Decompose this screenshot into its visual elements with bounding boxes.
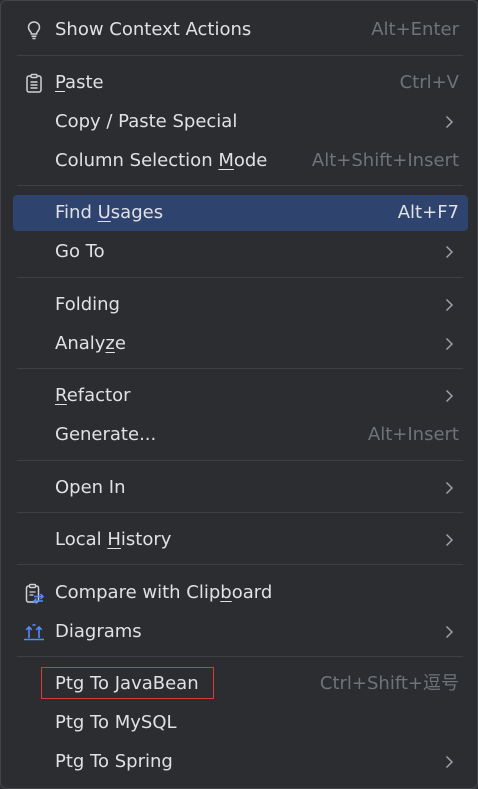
menu-item-label: Ptg To JavaBean [55, 673, 199, 694]
editor-context-menu: Show Context Actions Alt+Enter Paste Ctr… [0, 0, 478, 789]
menu-item-label: Compare with Clipboard [55, 582, 273, 603]
menu-item-shortcut: Alt+Enter [371, 19, 459, 40]
menu-item-analyze[interactable]: Analyze [13, 326, 468, 362]
menu-item-diagrams[interactable]: Diagrams [13, 614, 468, 650]
menu-item-local-history[interactable]: Local History [13, 522, 468, 558]
lightbulb-icon [27, 21, 41, 40]
chevron-right-icon [445, 115, 454, 129]
menu-item-shortcut: Ctrl+V [399, 72, 459, 93]
menu-item-ptg-to-javabean[interactable]: Ptg To JavaBean Ctrl+Shift+逗号 [13, 666, 468, 702]
menu-separator [17, 512, 463, 513]
menu-separator [17, 460, 463, 461]
menu-separator [17, 656, 463, 657]
menu-separator [17, 277, 463, 278]
clipboard-icon [26, 73, 42, 93]
menu-item-label: Find Usages [55, 202, 164, 223]
menu-separator [17, 185, 463, 186]
menu-item-label: Folding [55, 294, 120, 315]
menu-item-shortcut: Alt+F7 [397, 202, 459, 223]
menu-item-open-in[interactable]: Open In [13, 470, 468, 506]
menu-item-paste[interactable]: Paste Ctrl+V [13, 65, 468, 101]
menu-item-shortcut: Ctrl+Shift+逗号 [319, 673, 459, 694]
menu-item-find-usages[interactable]: Find Usages Alt+F7 [13, 195, 468, 231]
menu-item-copy-paste-special[interactable]: Copy / Paste Special [13, 104, 468, 140]
menu-separator [17, 368, 463, 369]
diagram-icon [24, 624, 44, 641]
chevron-right-icon [445, 337, 454, 351]
menu-item-label: Diagrams [55, 621, 142, 642]
menu-item-label: Open In [55, 477, 126, 498]
menu-item-label: Column Selection Mode [55, 150, 268, 171]
menu-item-refactor[interactable]: Refactor [13, 378, 468, 414]
menu-item-label: Refactor [55, 385, 131, 406]
menu-item-generate[interactable]: Generate... Alt+Insert [13, 417, 468, 453]
menu-item-shortcut: Alt+Insert [367, 424, 459, 445]
menu-item-show-context-actions[interactable]: Show Context Actions Alt+Enter [13, 12, 468, 48]
menu-item-label: Show Context Actions [55, 19, 252, 40]
menu-item-label: Generate... [55, 424, 157, 445]
menu-item-label: Ptg To MySQL [55, 712, 177, 733]
chevron-right-icon [445, 533, 454, 547]
menu-item-label: Local History [55, 529, 172, 550]
menu-item-label: Go To [55, 241, 105, 262]
menu-separator [17, 564, 463, 565]
menu-item-compare-with-clipboard[interactable]: Compare with Clipboard [13, 575, 468, 611]
menu-separator [17, 55, 463, 56]
chevron-right-icon [445, 481, 454, 495]
menu-item-label: Analyze [55, 333, 126, 354]
menu-item-go-to[interactable]: Go To [13, 234, 468, 270]
menu-item-folding[interactable]: Folding [13, 287, 468, 323]
menu-item-column-selection-mode[interactable]: Column Selection Mode Alt+Shift+Insert [13, 143, 468, 179]
menu-item-label: Ptg To Spring [55, 751, 173, 772]
menu-item-label: Copy / Paste Special [55, 111, 238, 132]
menu-item-ptg-to-mysql[interactable]: Ptg To MySQL [13, 705, 468, 741]
compare-clipboard-icon [25, 583, 45, 604]
menu-item-shortcut: Alt+Shift+Insert [311, 150, 459, 171]
chevron-right-icon [445, 625, 454, 639]
menu-item-ptg-to-spring[interactable]: Ptg To Spring [13, 744, 468, 780]
chevron-right-icon [445, 755, 454, 769]
chevron-right-icon [445, 245, 454, 259]
menu-item-label: Paste [55, 72, 104, 93]
chevron-right-icon [445, 298, 454, 312]
chevron-right-icon [445, 389, 454, 403]
